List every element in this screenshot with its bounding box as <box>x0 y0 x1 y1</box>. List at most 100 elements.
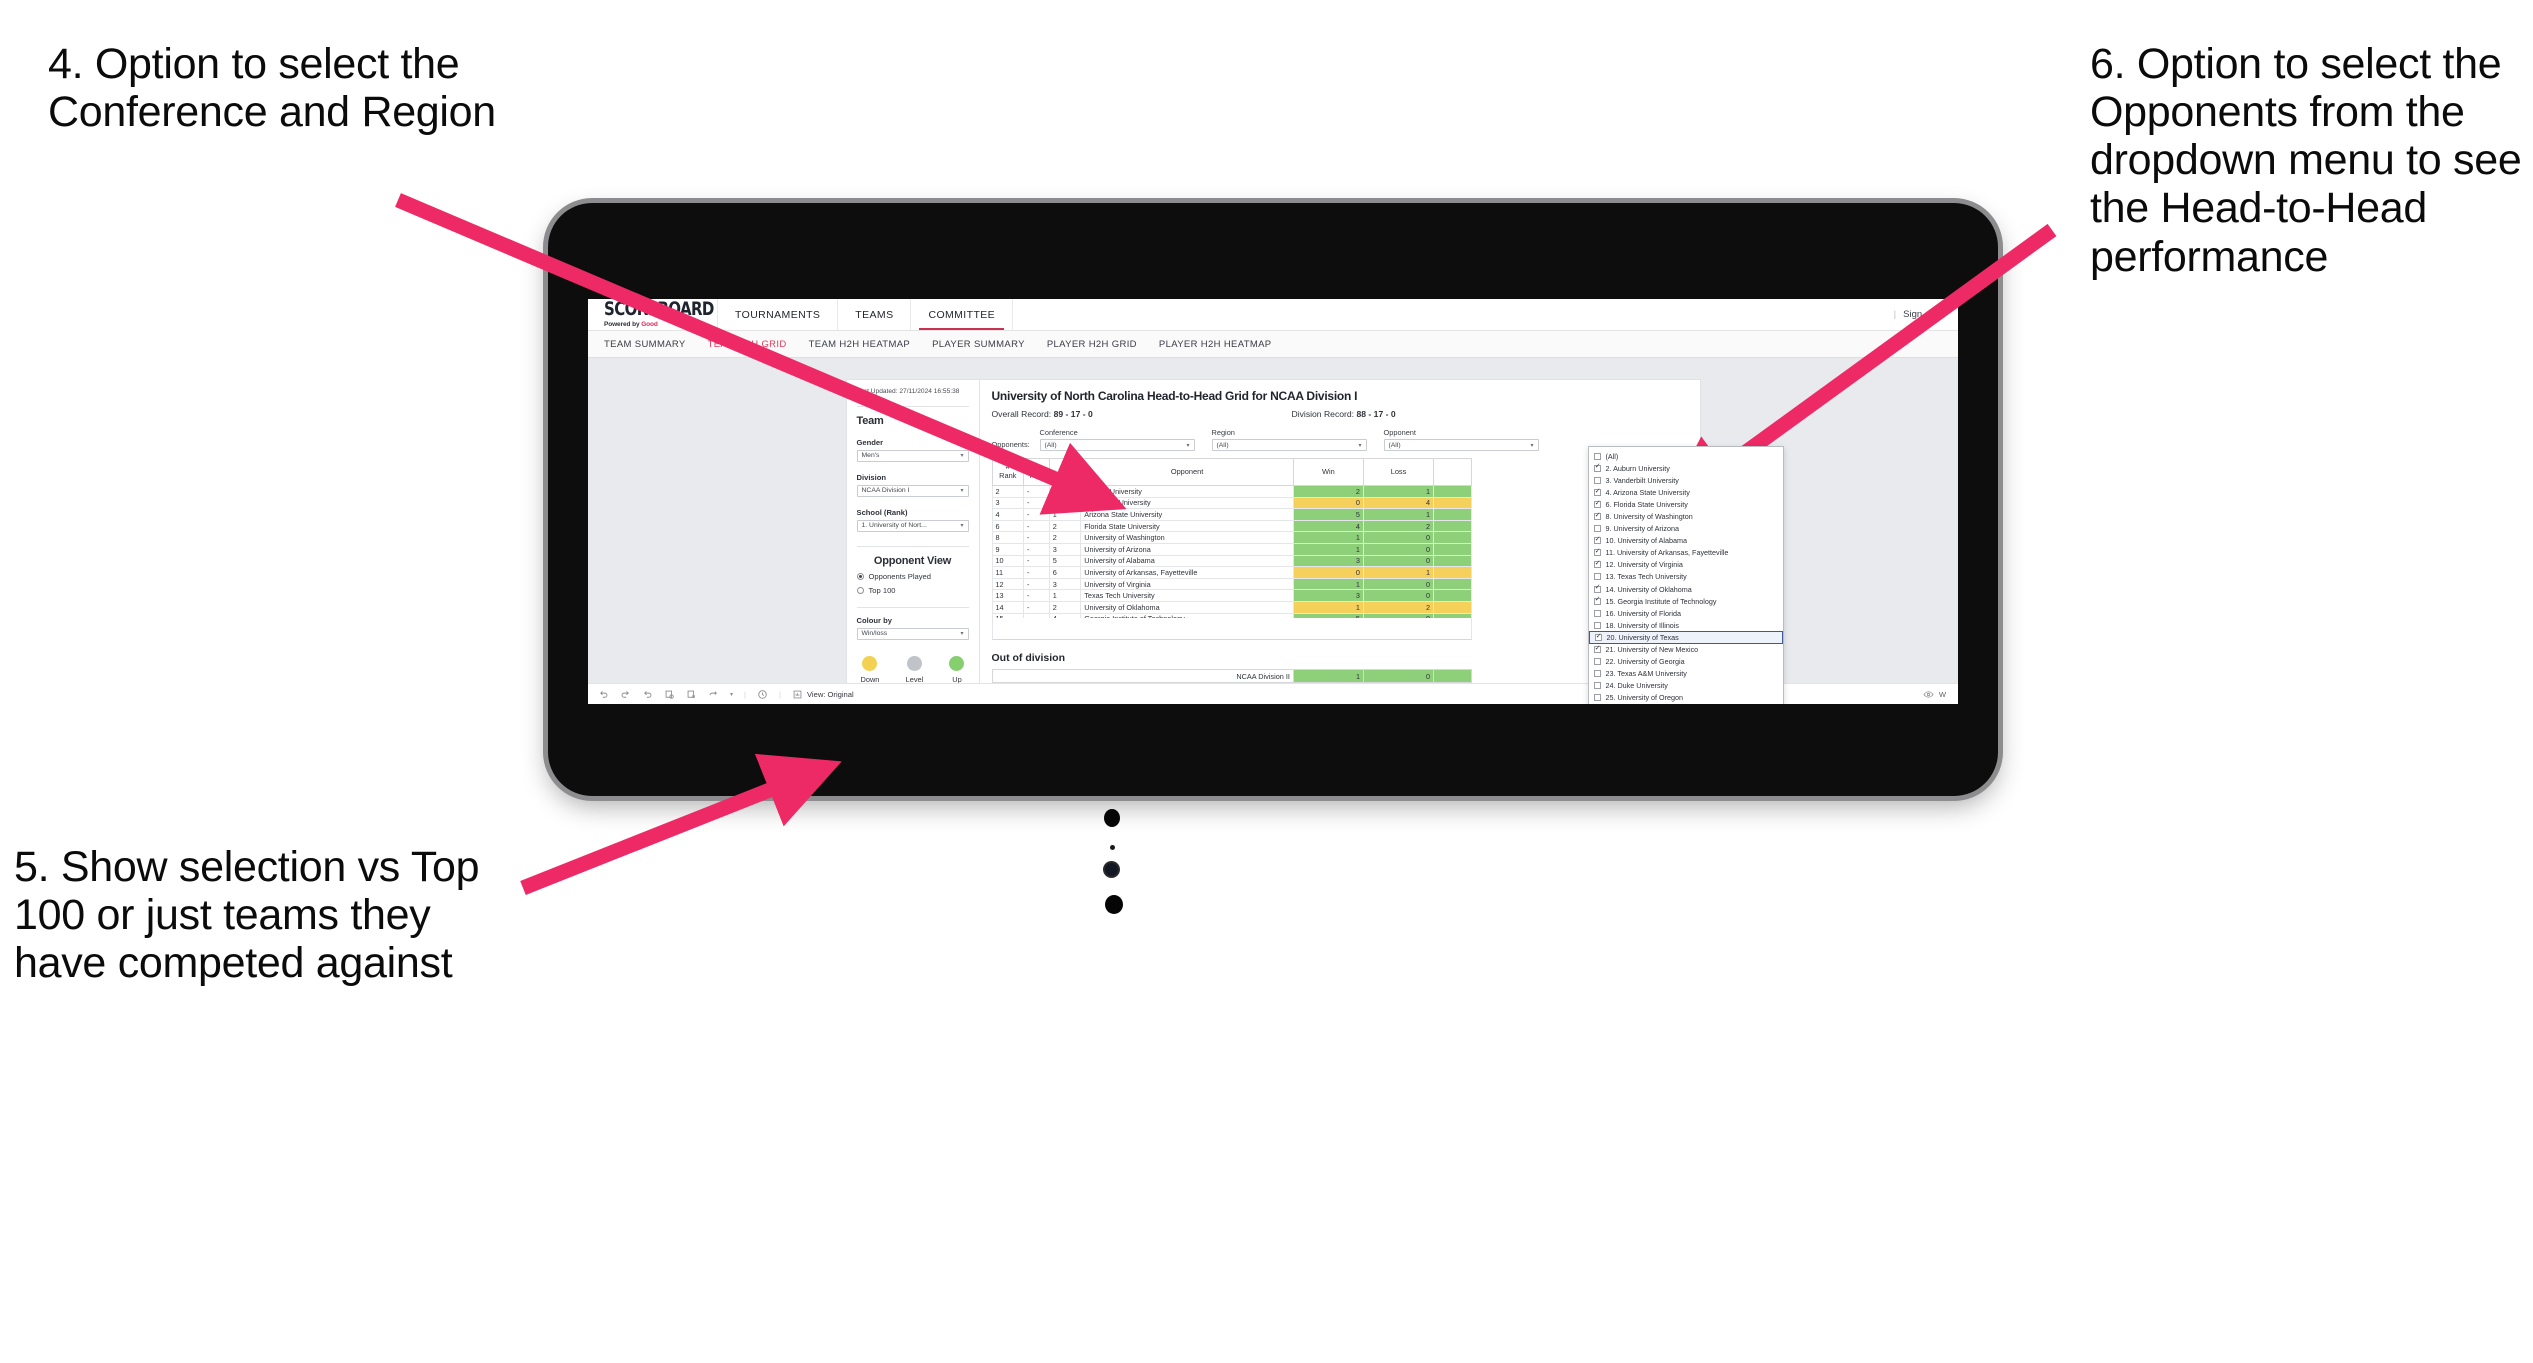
opponent-option[interactable]: 16. University of Florida <box>1589 607 1783 619</box>
opponent-option[interactable]: 9. University of Arizona <box>1589 523 1783 535</box>
opponent-option[interactable]: 6. Florida State University <box>1589 498 1783 510</box>
clock-icon[interactable] <box>757 689 768 700</box>
checkbox-icon[interactable] <box>1593 500 1601 508</box>
opponent-option[interactable]: 8. University of Washington <box>1589 510 1783 522</box>
topnav-tournaments[interactable]: TOURNAMENTS <box>718 299 839 330</box>
out-of-division-grid: NCAA Division II 1 0 <box>991 669 1472 683</box>
opponent-option[interactable]: 3. Vanderbilt University <box>1589 474 1783 486</box>
table-row[interactable]: 12-3 University of Virginia 1 0 <box>991 577 1472 591</box>
eye-icon[interactable] <box>1923 689 1934 700</box>
opponent-option[interactable]: 12. University of Virginia <box>1589 559 1783 571</box>
opponent-option[interactable]: 20. University of Texas <box>1588 631 1783 644</box>
conference-select[interactable]: (All) ▾ <box>1039 439 1195 451</box>
checkbox-icon[interactable] <box>1593 670 1601 678</box>
opponent-option[interactable]: 22. University of Georgia <box>1589 656 1783 668</box>
radio-opponents-played[interactable]: Opponents Played <box>856 572 969 581</box>
radio-top-100[interactable]: Top 100 <box>856 586 969 595</box>
subnav-team-h2h-grid[interactable]: TEAM H2H GRID <box>708 339 787 350</box>
h2h-grid-scroll[interactable]: # Rank # Reg # Conf Opponent Win Loss 2 … <box>991 458 1688 618</box>
chevron-down-icon[interactable]: ▾ <box>730 691 733 698</box>
col-opponent[interactable]: Opponent <box>1080 458 1294 486</box>
checkbox-icon[interactable] <box>1593 658 1601 666</box>
subnav-team-summary[interactable]: TEAM SUMMARY <box>604 339 686 350</box>
checkbox-icon[interactable] <box>1593 694 1601 702</box>
table-row[interactable]: 9-3 University of Arizona 1 0 <box>991 542 1472 556</box>
opponent-option[interactable]: 14. University of Oklahoma <box>1589 583 1783 595</box>
region-select[interactable]: (All) ▾ <box>1211 439 1367 451</box>
checkbox-icon[interactable] <box>1593 621 1601 629</box>
view-original-button[interactable]: View: Original <box>792 689 854 700</box>
checkbox-icon[interactable] <box>1593 488 1601 496</box>
opponent-select[interactable]: (All) ▾ <box>1383 439 1539 451</box>
checkbox-icon[interactable] <box>1593 584 1601 593</box>
col-win[interactable]: Win <box>1292 458 1364 486</box>
table-row[interactable]: 15-4Georgia Institute of Technology50 <box>991 612 1472 618</box>
cell-rank: 14 <box>991 600 1025 614</box>
subnav-player-h2h-heatmap[interactable]: PLAYER H2H HEATMAP <box>1159 339 1272 350</box>
col-reg[interactable]: # Reg <box>1023 458 1050 486</box>
checkbox-icon[interactable] <box>1593 682 1601 690</box>
checkbox-icon[interactable] <box>1593 645 1601 654</box>
checkbox-icon[interactable] <box>1593 609 1601 617</box>
checkbox-icon[interactable] <box>1593 573 1601 581</box>
opponent-option[interactable]: 21. University of New Mexico <box>1589 644 1783 656</box>
pause-icon[interactable] <box>686 689 697 700</box>
undo-icon[interactable] <box>598 689 609 700</box>
checkbox-icon[interactable] <box>1593 463 1601 472</box>
checkbox-icon[interactable] <box>1594 633 1602 641</box>
sign-out-link[interactable]: Sign out <box>1903 309 1938 320</box>
opponent-option[interactable]: 15. Georgia Institute of Technology <box>1589 595 1783 607</box>
checkbox-icon[interactable] <box>1593 452 1601 460</box>
cell-pad <box>1433 531 1472 544</box>
table-row[interactable]: 13-1 Texas Tech University 3 0 <box>991 589 1472 602</box>
topnav-teams[interactable]: TEAMS <box>838 299 912 330</box>
subnav-player-h2h-grid[interactable]: PLAYER H2H GRID <box>1047 339 1137 350</box>
subnav-team-h2h-heatmap[interactable]: TEAM H2H HEATMAP <box>809 339 911 350</box>
sign-out-area[interactable]: | Sign out <box>1894 309 1958 320</box>
opponent-option[interactable]: 4. Arizona State University <box>1589 486 1783 498</box>
opponent-option[interactable]: 18. University of Illinois <box>1589 619 1783 631</box>
checkbox-icon[interactable] <box>1593 525 1601 533</box>
h2h-grid-table: # Rank # Reg # Conf Opponent Win Loss 2 … <box>991 458 1472 618</box>
opponent-option-list[interactable]: (All) 2. Auburn University 3. Vanderbilt U… <box>1588 447 1783 704</box>
checkbox-icon[interactable] <box>1593 548 1601 557</box>
table-row[interactable]: 3-2 Vanderbilt University 0 4 <box>991 496 1472 510</box>
redo-icon[interactable] <box>620 689 631 700</box>
checkbox-icon[interactable] <box>1593 560 1601 569</box>
table-row[interactable]: 11-6 University of Arkansas, Fayetteville… <box>991 566 1472 579</box>
opponent-option[interactable]: 2. Auburn University <box>1589 462 1783 474</box>
school-rank-select[interactable]: 1. University of Nort... ▾ <box>856 519 969 532</box>
topnav-committee[interactable]: COMMITTEE <box>911 299 1014 330</box>
checkbox-icon[interactable] <box>1593 512 1601 521</box>
col-conf[interactable]: # Conf <box>1048 458 1082 486</box>
opponent-option[interactable]: 25. University of Oregon <box>1589 692 1783 704</box>
table-row[interactable]: 14-2 University of Oklahoma 1 2 <box>991 600 1472 614</box>
division-select[interactable]: NCAA Division I ▾ <box>856 484 969 497</box>
cell-opponent: University of Virginia <box>1080 577 1294 591</box>
toolbar-right[interactable]: W <box>1923 689 1958 700</box>
table-row[interactable]: 6-2 Florida State University 4 2 <box>991 519 1472 533</box>
table-row[interactable]: 4-1 Arizona State University 5 1 <box>991 508 1472 521</box>
colour-by-select[interactable]: Win/loss ▾ <box>856 627 969 640</box>
share-icon[interactable] <box>708 689 719 700</box>
opponent-option[interactable]: (All) <box>1589 450 1783 462</box>
table-row[interactable]: 8-2 University of Washington 1 0 <box>991 531 1472 544</box>
subnav-player-summary[interactable]: PLAYER SUMMARY <box>932 339 1025 350</box>
checkbox-icon[interactable] <box>1593 476 1601 484</box>
revert-icon[interactable] <box>642 689 653 700</box>
opponent-dropdown-popup[interactable]: (All) 2. Auburn University 3. Vanderbilt U… <box>1587 446 1784 704</box>
table-row[interactable]: 10-5 University of Alabama 3 0 <box>991 554 1472 568</box>
opponent-option[interactable]: 11. University of Arkansas, Fayetteville <box>1589 547 1783 559</box>
opponent-option[interactable]: 10. University of Alabama <box>1589 535 1783 547</box>
checkbox-icon[interactable] <box>1593 596 1601 605</box>
col-loss[interactable]: Loss <box>1362 458 1435 486</box>
col-rank[interactable]: # Rank <box>991 458 1025 486</box>
refresh-icon[interactable] <box>664 689 675 700</box>
gender-select[interactable]: Men's ▾ <box>856 449 969 462</box>
table-row[interactable]: 2-1 Auburn University 2 1 <box>991 485 1472 498</box>
opponent-option[interactable]: 23. Texas A&M University <box>1589 668 1783 680</box>
checkbox-icon[interactable] <box>1593 536 1601 545</box>
brand-logo[interactable]: SCOREBOARD Powered by Good <box>588 299 718 330</box>
opponent-option[interactable]: 24. Duke University <box>1589 680 1783 692</box>
opponent-option[interactable]: 13. Texas Tech University <box>1589 571 1783 583</box>
